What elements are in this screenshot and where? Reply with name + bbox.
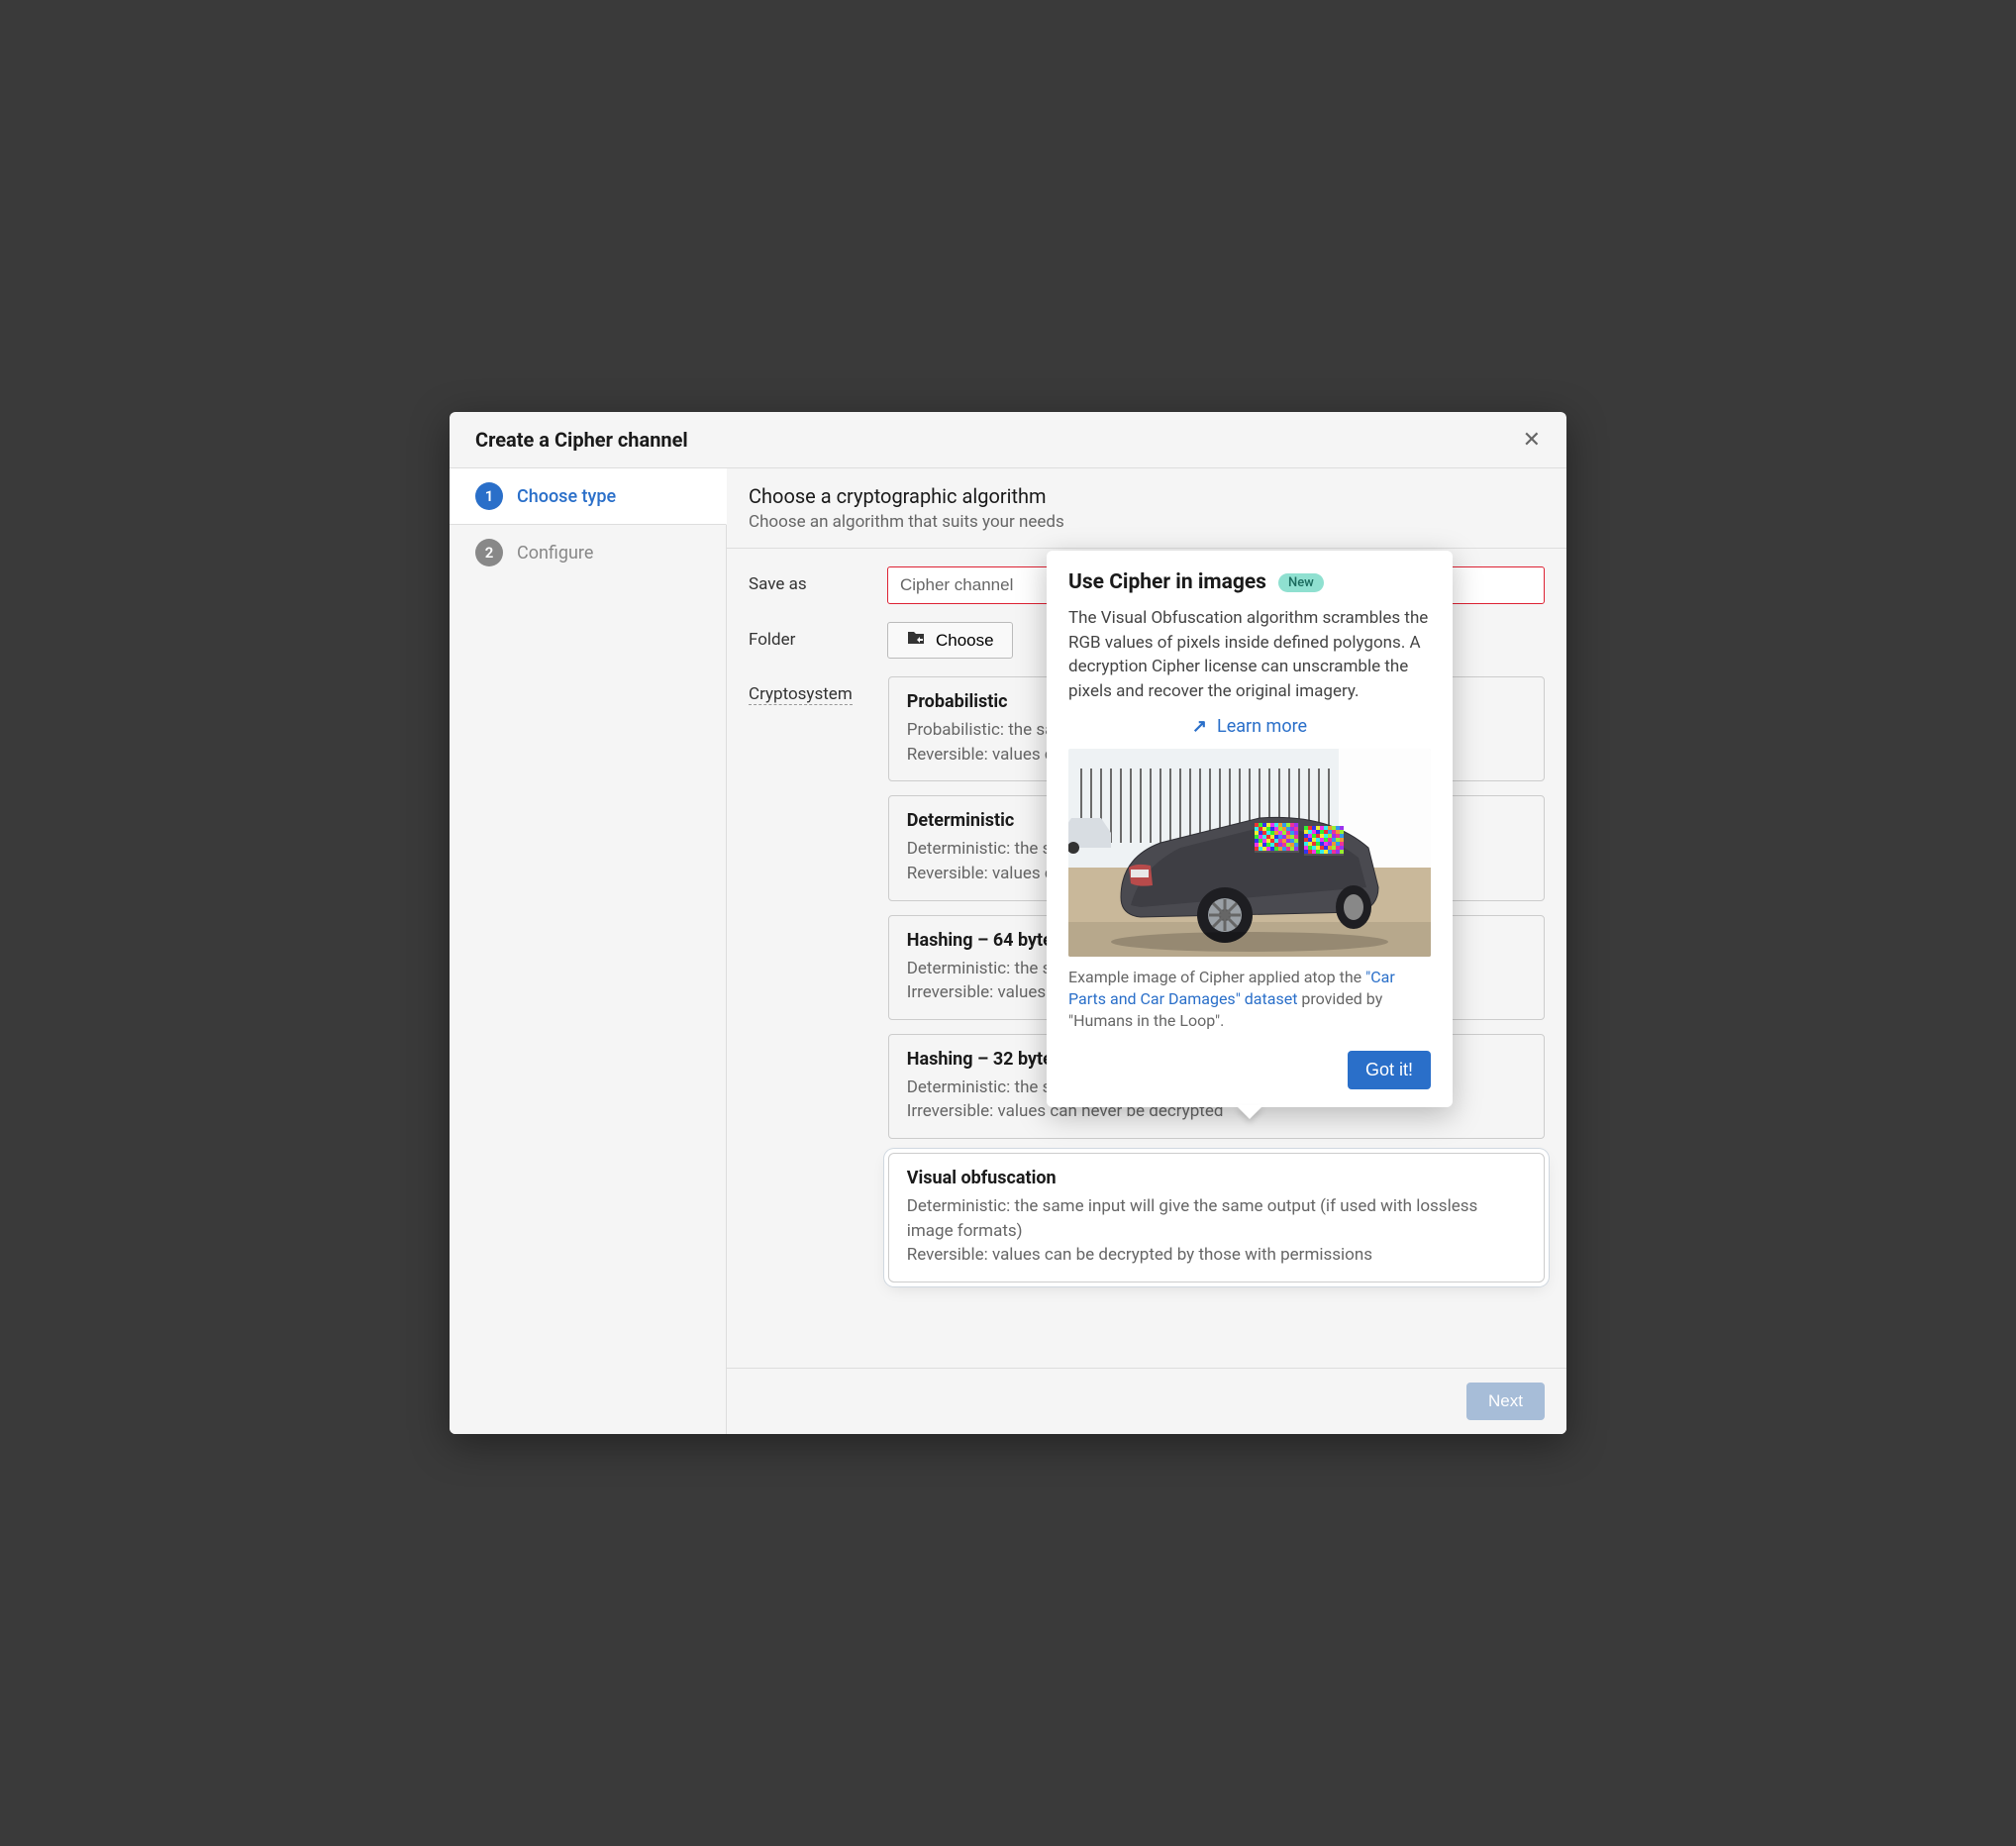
save-as-label: Save as bbox=[749, 566, 869, 594]
folder-icon bbox=[906, 630, 926, 651]
visual-obfuscation-popover: Use Cipher in images New The Visual Obfu… bbox=[1047, 551, 1453, 1107]
step-label: Configure bbox=[517, 543, 593, 564]
close-button[interactable]: ✕ bbox=[1523, 429, 1541, 451]
folder-label: Folder bbox=[749, 622, 869, 650]
learn-more-label: Learn more bbox=[1217, 716, 1307, 737]
popover-caption: Example image of Cipher applied atop the… bbox=[1068, 967, 1431, 1033]
step-configure[interactable]: 2 Configure bbox=[450, 525, 726, 580]
choose-folder-button[interactable]: Choose bbox=[887, 622, 1013, 659]
popover-header: Use Cipher in images New bbox=[1068, 570, 1431, 594]
step-label: Choose type bbox=[517, 486, 616, 507]
choose-folder-label: Choose bbox=[936, 631, 994, 651]
modal-footer: Next bbox=[727, 1368, 1566, 1434]
main-header: Choose a cryptographic algorithm Choose … bbox=[727, 468, 1566, 549]
got-it-button[interactable]: Got it! bbox=[1348, 1051, 1431, 1089]
next-button[interactable]: Next bbox=[1466, 1383, 1545, 1420]
modal-header: Create a Cipher channel ✕ bbox=[450, 412, 1566, 468]
popover-title: Use Cipher in images bbox=[1068, 570, 1266, 594]
cryptosystem-label: Cryptosystem bbox=[749, 676, 853, 705]
option-desc: Deterministic: the same input will give … bbox=[907, 1194, 1526, 1268]
learn-more-link[interactable]: ↗ Learn more bbox=[1068, 716, 1431, 737]
option-visual-obfuscation[interactable]: Visual obfuscation Deterministic: the sa… bbox=[888, 1153, 1545, 1282]
popover-actions: Got it! bbox=[1068, 1051, 1431, 1089]
modal-title: Create a Cipher channel bbox=[475, 428, 688, 452]
page-subtitle: Choose an algorithm that suits your need… bbox=[749, 512, 1545, 532]
step-number: 1 bbox=[475, 482, 503, 510]
step-choose-type[interactable]: 1 Choose type bbox=[450, 468, 727, 525]
wizard-sidebar: 1 Choose type 2 Configure bbox=[450, 468, 727, 1434]
popover-body: The Visual Obfuscation algorithm scrambl… bbox=[1068, 606, 1431, 704]
external-link-icon: ↗ bbox=[1192, 716, 1207, 737]
example-image bbox=[1068, 749, 1431, 957]
page-title: Choose a cryptographic algorithm bbox=[749, 484, 1545, 508]
new-badge: New bbox=[1278, 573, 1324, 592]
close-icon: ✕ bbox=[1523, 427, 1541, 452]
step-number: 2 bbox=[475, 539, 503, 566]
option-title: Visual obfuscation bbox=[907, 1168, 1526, 1188]
